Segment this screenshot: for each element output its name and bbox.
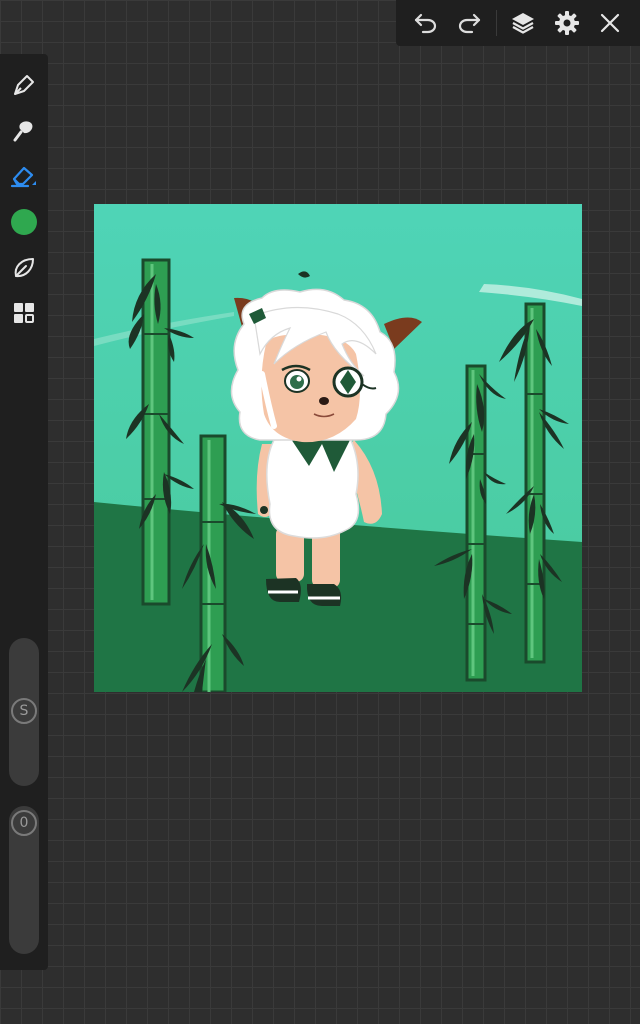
redo-icon [459, 13, 481, 34]
brush-library-tool[interactable] [6, 250, 42, 286]
close-icon [601, 13, 620, 33]
close-button[interactable] [593, 6, 627, 40]
gear-icon [554, 11, 579, 35]
artwork [94, 204, 582, 694]
tool-sidebar: S 0 [0, 54, 48, 970]
leaf-brush-icon [14, 258, 34, 278]
top-toolbar [396, 0, 640, 46]
eraser-icon [10, 166, 36, 188]
gallery-tool[interactable] [6, 295, 42, 331]
smudge-icon [13, 121, 33, 142]
bamboo-stalk [524, 302, 546, 664]
undo-icon [414, 13, 436, 34]
undo-button[interactable] [409, 6, 443, 40]
gallery-icon [14, 303, 34, 323]
pen-tool[interactable] [6, 67, 42, 103]
toolbar-divider [495, 10, 497, 36]
pen-icon [14, 75, 34, 95]
opacity-slider-knob[interactable]: 0 [11, 810, 37, 836]
eraser-tool[interactable] [6, 158, 42, 194]
opacity-slider[interactable]: 0 [9, 806, 39, 954]
redo-button[interactable] [452, 6, 486, 40]
drawing-canvas[interactable] [94, 204, 582, 694]
current-color-swatch [11, 209, 37, 235]
smudge-tool[interactable] [6, 113, 42, 149]
settings-button[interactable] [550, 6, 584, 40]
size-slider-knob[interactable]: S [11, 698, 37, 724]
layers-button[interactable] [506, 6, 540, 40]
brush-size-slider[interactable]: S [9, 638, 39, 786]
layers-icon [512, 13, 535, 34]
color-picker[interactable] [6, 204, 42, 240]
